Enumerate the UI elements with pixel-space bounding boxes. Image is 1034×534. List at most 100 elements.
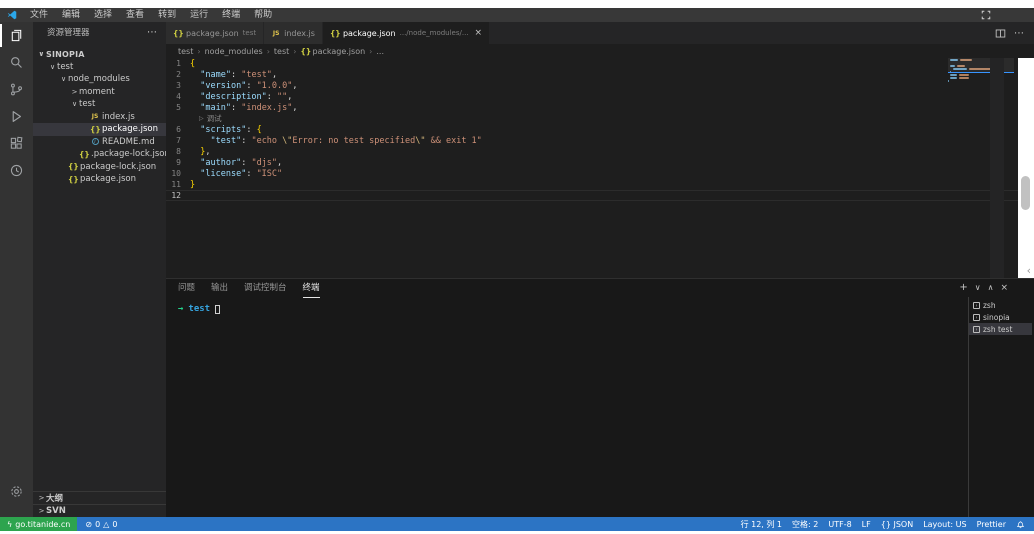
breadcrumb-separator: › [267,47,270,56]
maximize-panel-icon[interactable]: ∧ [988,283,994,292]
terminal-item-zsh[interactable]: ›zsh [969,299,1032,311]
line-number: 8 [166,147,190,156]
sidebar-section-大纲[interactable]: >大纲 [33,491,166,504]
code-line-8: 8 }, [166,146,1034,157]
terminal-prompt-line[interactable]: → test [178,304,220,314]
overlay-scrollbar[interactable] [1018,58,1034,278]
menu-item-编辑[interactable]: 编辑 [55,8,87,22]
line-content: "version": "1.0.0", [190,81,298,91]
notifications-bell-icon[interactable] [1016,519,1025,529]
problems-indicator[interactable]: ⊘ 0 △ 0 [85,520,117,529]
code-editor[interactable]: 1{2 "name": "test",3 "version": "1.0.0",… [166,58,1034,278]
tab-package.json[interactable]: {}package.json.../node_modules/...× [323,22,490,44]
tree-chevron-down-icon: ∨ [48,63,57,71]
tree-item-test[interactable]: ∨test [33,98,166,111]
tree-item-package-lock.json[interactable]: {}package-lock.json [33,161,166,174]
tree-item-package.json[interactable]: {}package.json [33,123,166,136]
tree-item-package.json[interactable]: {}package.json [33,173,166,186]
tree-chevron-down-icon: ∨ [37,50,46,58]
menu-item-终端[interactable]: 终端 [215,8,247,22]
terminal-dropdown-icon[interactable]: ∨ [975,283,981,292]
warnings-icon: △ [103,520,109,529]
status-item-行 12, 列 1[interactable]: 行 12, 列 1 [741,519,782,530]
terminal-icon: › [973,314,980,321]
menu-item-文件[interactable]: 文件 [23,8,55,22]
tab-index.js[interactable]: JSindex.js [264,22,323,44]
tab-label: package.json [186,29,239,38]
sidebar-section-SVN[interactable]: >SVN [33,504,166,517]
sidebar-section-label: 大纲 [46,492,63,504]
tab-label: index.js [284,29,315,38]
scrollbar-thumb[interactable] [1021,176,1030,210]
code-line-10: 10 "license": "ISC" [166,168,1034,179]
breadcrumb-separator: › [197,47,200,56]
tree-chevron-down-icon: ∨ [59,75,68,83]
remote-indicator[interactable]: ϟ go.titanide.cn [0,517,77,531]
status-item-UTF-8[interactable]: UTF-8 [828,520,851,529]
menu-item-帮助[interactable]: 帮助 [247,8,279,22]
menu-item-选择[interactable]: 选择 [87,8,119,22]
chevron-left-icon[interactable]: ‹ [1027,264,1031,277]
search-icon[interactable] [0,49,33,76]
tab-actions: ⋯ [995,22,1034,44]
tab-close-icon[interactable]: × [475,28,483,38]
tree-item-index.js[interactable]: JSindex.js [33,111,166,124]
tree-chevron-down-icon: ∨ [70,100,79,108]
terminal-item-zsh test[interactable]: ›zsh test [969,323,1032,335]
terminal-icon: › [973,326,980,333]
line-number: 3 [166,81,190,90]
status-item-LF[interactable]: LF [862,520,871,529]
editor-more-icon[interactable]: ⋯ [1014,28,1024,39]
explorer-icon[interactable] [0,22,33,49]
fullscreen-icon[interactable] [981,10,991,20]
status-item-{} JSON[interactable]: {} JSON [881,520,913,529]
code-lines: 1{2 "name": "test",3 "version": "1.0.0",… [166,58,1034,201]
editor-scrollbar-track[interactable] [990,58,1004,278]
close-panel-icon[interactable]: × [1000,283,1008,293]
prompt-cwd: test [188,304,210,314]
panel-tab-输出[interactable]: 输出 [211,279,228,298]
tree-item-.package-lock.json[interactable]: {}.package-lock.json [33,148,166,161]
tree-item-node_modules[interactable]: ∨node_modules [33,73,166,86]
tree-item-test[interactable]: ∨test [33,61,166,74]
codelens-debug[interactable]: ▷调试 [166,113,1034,124]
breadcrumb-item-...[interactable]: ... [376,47,384,56]
panel-tab-问题[interactable]: 问题 [178,279,195,298]
tab-package.json[interactable]: {}package.jsontest [166,22,264,44]
code-line-6: 6 "scripts": { [166,124,1034,135]
new-terminal-icon[interactable]: + [959,282,967,293]
status-item-空格: 2[interactable]: 空格: 2 [792,519,818,530]
code-line-9: 9 "author": "djs", [166,157,1034,168]
minimap-viewport [948,58,1014,73]
tree-item-label: package.json [102,124,158,134]
run-debug-icon[interactable] [0,103,33,130]
terminal-item-label: zsh test [983,325,1012,334]
tree-item-moment[interactable]: >moment [33,86,166,99]
explorer-sidebar: 资源管理器 ⋯ ∨SINOPIA∨test∨node_modules>momen… [33,22,166,517]
breadcrumb-item-package.json[interactable]: package.json [312,47,365,56]
status-item-Prettier[interactable]: Prettier [977,520,1006,529]
menu-item-查看[interactable]: 查看 [119,8,151,22]
menu-item-转到[interactable]: 转到 [151,8,183,22]
breadcrumb-item-node_modules[interactable]: node_modules [205,47,263,56]
code-line-1: 1{ [166,58,1034,69]
tree-item-README.md[interactable]: iREADME.md [33,136,166,149]
json-file-icon: {} [79,150,89,159]
json-file-icon: {} [300,47,310,56]
breadcrumb-item-test[interactable]: test [274,47,289,56]
errors-icon: ⊘ [85,520,92,529]
breadcrumb-item-test[interactable]: test [178,47,193,56]
panel-tab-调试控制台[interactable]: 调试控制台 [244,279,287,298]
split-editor-icon[interactable] [995,28,1006,39]
minimap[interactable] [948,58,1014,117]
menu-item-运行[interactable]: 运行 [183,8,215,22]
source-control-icon[interactable] [0,76,33,103]
tree-item-SINOPIA[interactable]: ∨SINOPIA [33,48,166,61]
terminal-item-sinopia[interactable]: ›sinopia [969,311,1032,323]
settings-gear-icon[interactable] [0,478,33,505]
clock-extension-icon[interactable] [0,157,33,184]
more-actions-icon[interactable]: ⋯ [147,27,157,38]
extensions-icon[interactable] [0,130,33,157]
panel-tab-终端[interactable]: 终端 [303,279,320,298]
status-item-Layout: US[interactable]: Layout: US [923,520,966,529]
